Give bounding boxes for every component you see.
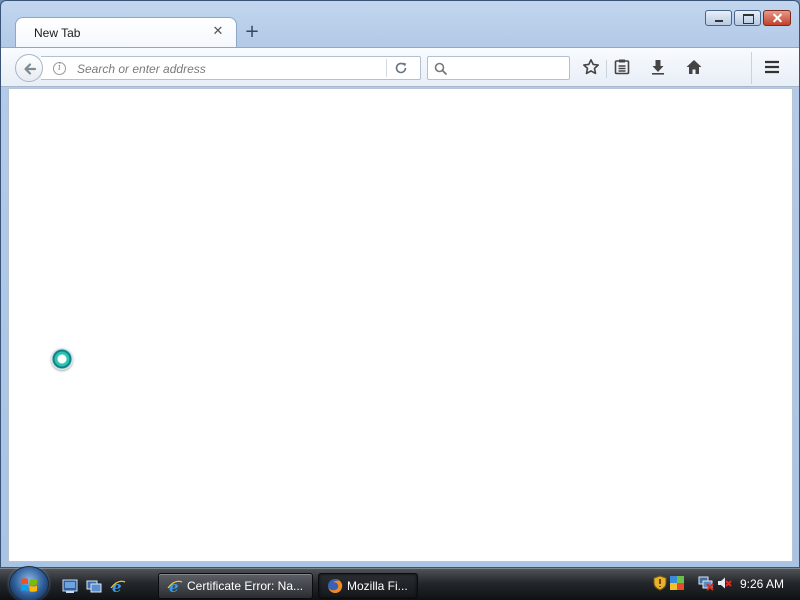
firefox-icon (327, 578, 343, 594)
reload-icon[interactable] (393, 60, 413, 78)
network-disconnected-icon[interactable] (698, 575, 714, 591)
search-bar[interactable] (427, 56, 570, 80)
windows-logo-icon[interactable] (9, 566, 49, 600)
taskbar-item-certificate-error[interactable]: e Certificate Error: Na... (158, 573, 313, 599)
taskbar-item-label: Certificate Error: Na... (187, 579, 304, 593)
plus-icon[interactable]: + (241, 21, 263, 43)
tab-new-tab[interactable]: New Tab ✕ (15, 17, 237, 49)
divider (606, 60, 607, 78)
switch-windows-icon[interactable] (86, 578, 102, 594)
tab-title: New Tab (34, 26, 81, 40)
download-icon[interactable] (649, 58, 671, 80)
menu-icon[interactable] (763, 58, 785, 80)
clock[interactable]: 9:26 AM (740, 577, 784, 591)
busy-cursor-icon (51, 348, 73, 370)
window-caption-buttons (705, 10, 791, 26)
internet-explorer-icon[interactable]: e (110, 578, 126, 596)
home-icon[interactable] (685, 58, 707, 80)
browser-window: New Tab ✕ + i (0, 0, 800, 568)
taskbar-item-firefox[interactable]: Mozilla Fi... (318, 573, 418, 599)
search-input[interactable] (454, 60, 564, 76)
security-shield-icon[interactable] (652, 575, 668, 591)
taskbar: e e Certificate Error: Na... Mozilla Fi.… (0, 566, 800, 600)
network-status-icon[interactable] (669, 575, 685, 591)
title-bar[interactable]: New Tab ✕ + (1, 1, 799, 49)
minimize-button[interactable] (705, 10, 732, 26)
show-desktop-icon[interactable] (62, 578, 78, 594)
close-icon[interactable]: ✕ (210, 24, 226, 40)
address-input[interactable] (77, 60, 377, 78)
back-icon[interactable] (15, 54, 43, 82)
internet-explorer-icon: e (167, 578, 183, 596)
page-content-area[interactable] (8, 88, 793, 562)
close-window-button[interactable] (763, 10, 791, 26)
reading-list-icon[interactable] (613, 58, 635, 80)
taskbar-item-label: Mozilla Fi... (347, 579, 408, 593)
maximize-button[interactable] (734, 10, 761, 26)
volume-muted-icon[interactable] (716, 575, 732, 591)
divider (386, 59, 387, 77)
url-bar[interactable]: i (41, 56, 421, 80)
bookmark-star-icon[interactable] (582, 58, 604, 80)
system-tray: 9:26 AM (646, 571, 796, 599)
navigation-toolbar: i (1, 47, 799, 87)
search-icon (434, 62, 448, 76)
divider (751, 52, 752, 84)
info-icon[interactable]: i (53, 62, 66, 75)
